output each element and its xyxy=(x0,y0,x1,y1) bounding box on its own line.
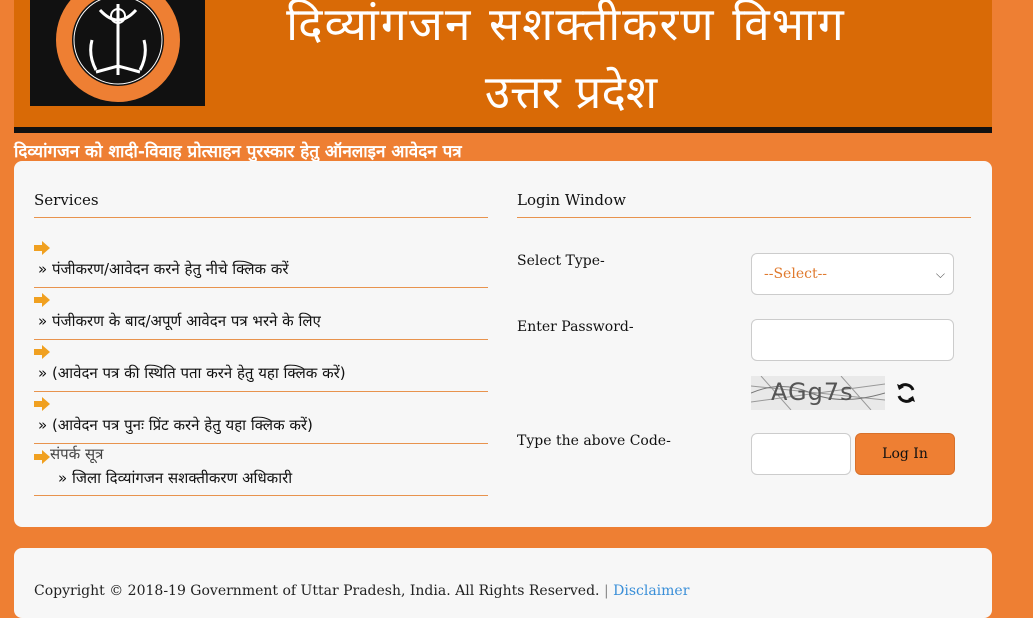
service-link-label[interactable]: » (आवेदन पत्र की स्थिति पता करने हेतु यह… xyxy=(38,363,346,383)
chevron-down-icon: ⌵ xyxy=(935,267,945,281)
department-title: दिव्यांगजन सशक्तीकरण विभाग xyxy=(286,0,846,51)
footer: Copyright © 2018-19 Government of Uttar … xyxy=(14,548,992,618)
services-title: Services xyxy=(34,191,99,209)
service-item-incomplete[interactable]: » पंजीकरण के बाद/अपूर्ण आवेदन पत्र भरने … xyxy=(34,287,488,340)
footer-separator: | xyxy=(603,583,609,599)
arrow-right-icon xyxy=(34,241,50,255)
login-button[interactable]: Log In xyxy=(855,433,955,475)
captcha-code-input[interactable] xyxy=(751,433,851,475)
state-subtitle: उत्तर प्रदेश xyxy=(484,65,658,119)
captcha-code-label: Type the above Code- xyxy=(517,433,671,449)
contact-section: संपर्क सूत्र » जिला दिव्यांगजन सशक्तीकरण… xyxy=(34,443,488,496)
arrow-right-icon xyxy=(34,397,50,411)
page-heading: दिव्यांगजन को शादी-विवाह प्रोत्साहन पुरस… xyxy=(14,142,462,162)
service-item-reprint[interactable]: » (आवेदन पत्र पुनः प्रिंट करने हेतु यहा … xyxy=(34,391,488,444)
up-government-logo xyxy=(30,0,205,106)
arrow-right-icon xyxy=(34,293,50,307)
disclaimer-link[interactable]: Disclaimer xyxy=(613,583,689,599)
password-input[interactable] xyxy=(751,319,954,361)
district-officer-link[interactable]: » जिला दिव्यांगजन सशक्तीकरण अधिकारी xyxy=(58,468,292,488)
service-link-label[interactable]: » पंजीकरण/आवेदन करने हेतु नीचे क्लिक करे… xyxy=(38,259,288,279)
footer-text: Copyright © 2018-19 Government of Uttar … xyxy=(34,583,689,599)
arrow-right-icon xyxy=(34,345,50,359)
contact-heading: संपर्क सूत्र xyxy=(50,445,104,463)
password-label: Enter Password- xyxy=(517,319,634,335)
service-link-label[interactable]: » पंजीकरण के बाद/अपूर्ण आवेदन पत्र भरने … xyxy=(38,311,321,331)
service-item-register[interactable]: » पंजीकरण/आवेदन करने हेतु नीचे क्लिक करे… xyxy=(34,235,488,288)
services-divider xyxy=(34,217,488,218)
login-divider xyxy=(517,217,971,218)
copyright-text: Copyright © 2018-19 Government of Uttar … xyxy=(34,583,600,599)
captcha-image: AGg7s xyxy=(751,376,885,410)
select-value: --Select-- xyxy=(764,266,828,282)
captcha-text: AGg7s xyxy=(771,378,854,406)
login-title: Login Window xyxy=(517,191,626,209)
user-type-select[interactable]: --Select-- ⌵ xyxy=(751,253,954,295)
header-banner: दिव्यांगजन सशक्तीकरण विभाग उत्तर प्रदेश xyxy=(14,0,992,133)
service-item-status[interactable]: » (आवेदन पत्र की स्थिति पता करने हेतु यह… xyxy=(34,339,488,392)
refresh-captcha-icon[interactable] xyxy=(894,381,918,405)
service-link-label[interactable]: » (आवेदन पत्र पुनः प्रिंट करने हेतु यहा … xyxy=(38,415,313,435)
main-panel: Services » पंजीकरण/आवेदन करने हेतु नीचे … xyxy=(14,161,992,527)
select-type-label: Select Type- xyxy=(517,253,605,269)
arrow-right-icon xyxy=(34,450,50,464)
